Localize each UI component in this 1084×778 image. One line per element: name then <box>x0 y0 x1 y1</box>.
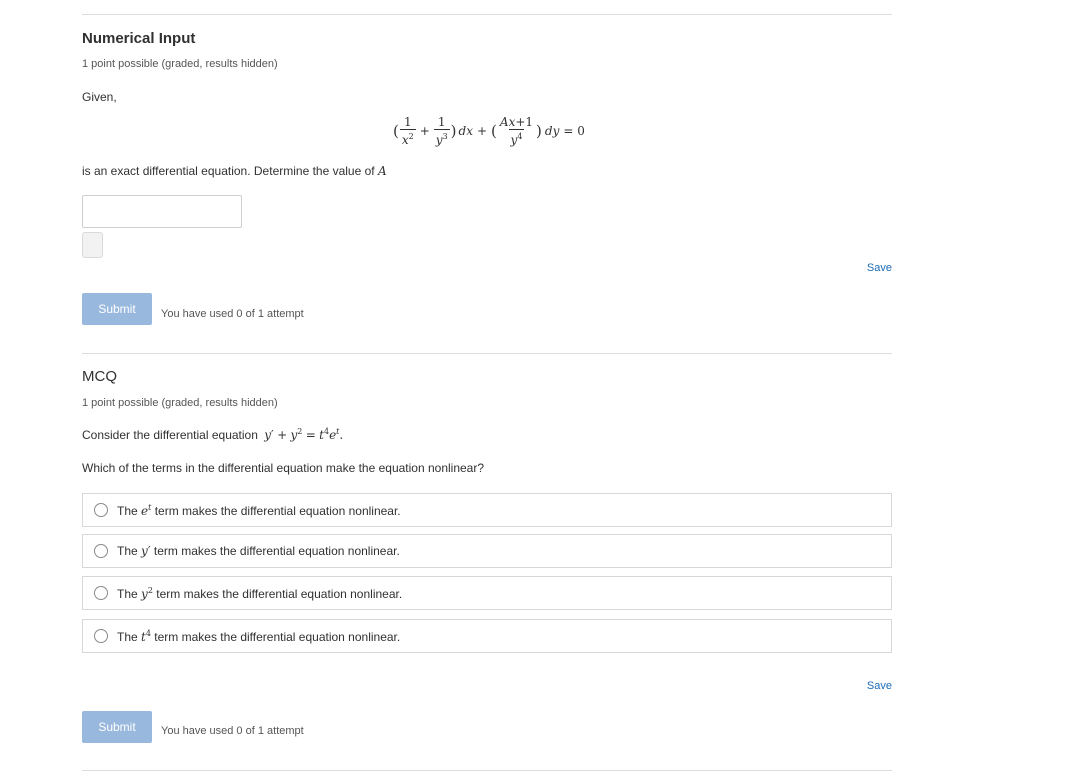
option-prefix: The <box>117 586 138 601</box>
option-sup: 2 <box>147 585 153 595</box>
radio-button[interactable] <box>94 586 108 600</box>
eq-rhs: = 0 <box>563 124 585 138</box>
eq-frac2-num: 1 <box>437 114 446 129</box>
option-prefix: The <box>117 629 138 644</box>
eq-frac3-exp: 4 <box>517 131 523 141</box>
option-prefix: The <box>117 503 138 518</box>
eq-y: y <box>264 428 272 442</box>
eq-frac2-exp: 3 <box>442 131 448 141</box>
eq-plus: + <box>277 428 288 442</box>
eq-dot: . <box>339 428 344 442</box>
q2-question: Which of the terms in the differential e… <box>82 461 485 475</box>
eq-paren: ) <box>450 122 457 140</box>
eq-prime: ′ <box>271 428 274 442</box>
eq-dx: dx <box>458 124 473 138</box>
eq-frac3-num-a: Ax <box>499 114 516 129</box>
answer-status-indicator <box>82 232 103 258</box>
option-sup: ′ <box>147 544 151 558</box>
eq-frac1-den: x <box>401 132 409 147</box>
option-y-prime[interactable]: The y′ term makes the differential equat… <box>82 534 892 568</box>
divider <box>82 770 892 771</box>
option-var: y <box>141 586 148 601</box>
option-var: y <box>141 544 148 558</box>
answer-input[interactable] <box>82 195 242 228</box>
q1-prompt-text: is an exact differential equation. Deter… <box>82 164 375 178</box>
eq-fraction-1: 1 x2 <box>399 114 416 147</box>
eq-frac2-den: y <box>435 132 443 147</box>
eq-dy: dy <box>544 124 560 138</box>
option-sup: 4 <box>145 628 151 638</box>
option-label: The y2 term makes the differential equat… <box>117 586 402 601</box>
radio-button[interactable] <box>94 629 108 643</box>
option-label: The y′ term makes the differential equat… <box>117 544 400 558</box>
option-e-t[interactable]: The et term makes the differential equat… <box>82 493 892 527</box>
option-suffix: term makes the differential equation non… <box>154 503 401 518</box>
q1-equation: ( 1 x2 + 1 y3 ) dx + ( Ax+1 y4 ) dy = 0 <box>393 113 585 149</box>
q2-save-button[interactable]: Save <box>867 680 892 692</box>
eq-paren: ( <box>491 122 497 140</box>
q2-submit-button[interactable]: Submit <box>82 711 152 743</box>
q2-consider: Consider the differential equation y′ + … <box>82 427 343 442</box>
option-suffix: term makes the differential equation non… <box>153 544 400 558</box>
q1-attempts: You have used 0 of 1 attempt <box>161 308 304 320</box>
q1-points: 1 point possible (graded, results hidden… <box>82 58 278 70</box>
eq-fraction-3: Ax+1 y4 <box>498 114 535 147</box>
eq-frac1-exp: 2 <box>408 131 414 141</box>
radio-button[interactable] <box>94 503 108 517</box>
eq-fraction-2: 1 y3 <box>433 114 450 147</box>
option-t-fourth[interactable]: The t4 term makes the differential equat… <box>82 619 892 653</box>
q1-prompt: is an exact differential equation. Deter… <box>82 164 387 178</box>
q1-submit-button[interactable]: Submit <box>82 293 152 325</box>
q2-consider-text: Consider the differential equation <box>82 428 258 442</box>
q2-attempts: You have used 0 of 1 attempt <box>161 725 304 737</box>
option-label: The t4 term makes the differential equat… <box>117 629 400 644</box>
divider <box>82 14 892 15</box>
q1-save-button[interactable]: Save <box>867 262 892 274</box>
eq-paren: ( <box>393 122 399 140</box>
divider <box>82 353 892 354</box>
q1-given: Given, <box>82 90 117 104</box>
q1-prompt-var: A <box>377 164 387 178</box>
option-prefix: The <box>117 544 138 558</box>
eq-exp: 2 <box>297 427 303 436</box>
option-suffix: term makes the differential equation non… <box>154 629 401 644</box>
option-suffix: term makes the differential equation non… <box>156 586 403 601</box>
eq-frac3-num-b: +1 <box>515 114 534 129</box>
eq-frac1-num: 1 <box>403 114 412 129</box>
radio-button[interactable] <box>94 544 108 558</box>
eq-plus: + <box>419 124 430 138</box>
q2-title: MCQ <box>82 368 117 385</box>
option-y-squared[interactable]: The y2 term makes the differential equat… <box>82 576 892 610</box>
eq-equals: = <box>305 428 316 442</box>
eq-plus: + <box>476 124 488 138</box>
option-label: The et term makes the differential equat… <box>117 503 401 518</box>
option-sup: t <box>148 502 152 512</box>
q2-points: 1 point possible (graded, results hidden… <box>82 397 278 409</box>
eq-paren: ) <box>536 122 542 140</box>
q1-title: Numerical Input <box>82 30 196 47</box>
